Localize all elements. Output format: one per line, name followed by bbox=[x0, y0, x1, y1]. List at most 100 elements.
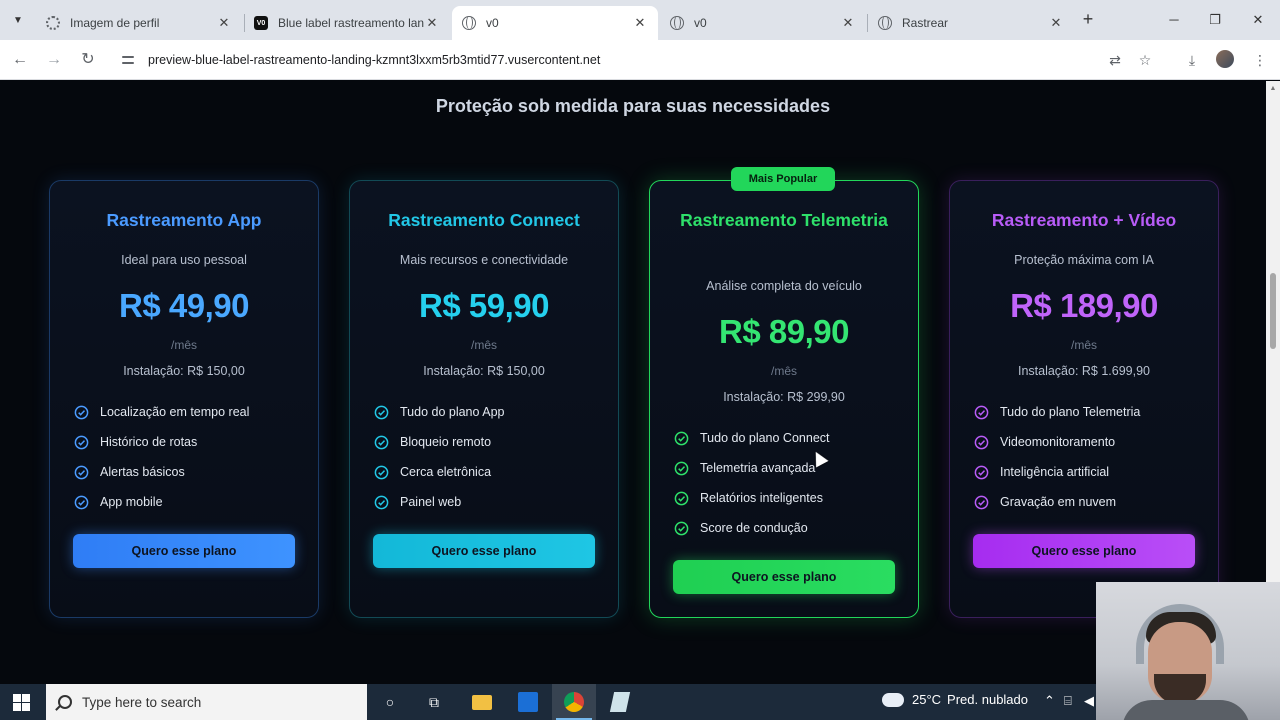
plan-install-fee: Instalação: R$ 299,90 bbox=[723, 390, 845, 404]
feature-label: Relatórios inteligentes bbox=[700, 491, 823, 505]
store-app-icon[interactable] bbox=[516, 690, 540, 714]
most-popular-badge: Mais Popular bbox=[731, 167, 835, 191]
check-circle-icon bbox=[674, 431, 689, 445]
plan-name: Rastreamento + Vídeo bbox=[991, 210, 1177, 230]
reload-button[interactable]: ↻ bbox=[76, 48, 100, 72]
feature-label: Videomonitoramento bbox=[1000, 435, 1116, 449]
check-circle-icon bbox=[674, 521, 689, 535]
browser-toolbar: ← → ↻ preview-blue-label-rastreamento-la… bbox=[0, 40, 1280, 80]
tab-imagem-de-perfil[interactable]: Imagem de perfil ✕ bbox=[36, 6, 242, 40]
feature-item: Painel web bbox=[374, 487, 606, 517]
check-circle-icon bbox=[374, 405, 389, 419]
search-icon bbox=[58, 695, 72, 709]
cortana-icon[interactable]: ○ bbox=[378, 690, 402, 714]
feature-item: Tudo do plano App bbox=[374, 397, 606, 427]
profile-avatar[interactable] bbox=[1216, 50, 1234, 68]
check-circle-icon bbox=[674, 461, 689, 475]
feature-item: Localização em tempo real bbox=[74, 397, 306, 427]
feature-item: Videomonitoramento bbox=[974, 427, 1206, 457]
translate-icon[interactable]: ⇄ bbox=[1105, 50, 1125, 70]
chrome-icon[interactable] bbox=[552, 684, 596, 720]
tab-v0-active[interactable]: v0 ✕ bbox=[452, 6, 658, 40]
globe-icon bbox=[878, 16, 892, 30]
tab-blue-label[interactable]: V0 Blue label rastreamento landi ✕ bbox=[244, 6, 450, 40]
plan-tagline: Ideal para uso pessoal bbox=[121, 253, 247, 267]
url-text[interactable]: preview-blue-label-rastreamento-landing-… bbox=[148, 53, 600, 67]
plan-name: Rastreamento Telemetria bbox=[680, 210, 888, 230]
plan-card-app: Rastreamento App Ideal para uso pessoal … bbox=[49, 180, 319, 618]
bookmark-star-icon[interactable]: ☆ bbox=[1135, 50, 1155, 70]
scrollbar-thumb[interactable] bbox=[1270, 273, 1276, 349]
close-icon[interactable]: ✕ bbox=[424, 15, 440, 31]
window-close-button[interactable]: ✕ bbox=[1248, 10, 1268, 30]
plan-period: /mês bbox=[470, 338, 497, 352]
tab-strip: ▼ Imagem de perfil ✕ V0 Blue label rastr… bbox=[0, 0, 1280, 40]
weather-widget[interactable]: 25°C Pred. nublado bbox=[882, 686, 1028, 707]
plan-price: R$ 59,90 bbox=[419, 287, 549, 324]
feature-label: Painel web bbox=[400, 495, 462, 509]
tab-search-button[interactable]: ▼ bbox=[6, 8, 30, 32]
plan-name: Rastreamento Connect bbox=[388, 210, 580, 230]
feature-list: Tudo do plano Connect Telemetria avançad… bbox=[674, 423, 906, 543]
feature-item: Tudo do plano Connect bbox=[674, 423, 906, 453]
plan-card-connect: Rastreamento Connect Mais recursos e con… bbox=[349, 180, 619, 618]
feature-item: Bloqueio remoto bbox=[374, 427, 606, 457]
feature-label: Tudo do plano Telemetria bbox=[1000, 405, 1141, 419]
feature-label: Telemetria avançada bbox=[700, 461, 816, 475]
close-icon[interactable]: ✕ bbox=[840, 15, 856, 31]
volume-icon[interactable]: ◀ bbox=[1084, 693, 1094, 709]
minimize-button[interactable]: ─ bbox=[1164, 10, 1184, 30]
new-tab-button[interactable]: + bbox=[1078, 9, 1098, 29]
close-icon[interactable]: ✕ bbox=[1048, 15, 1064, 31]
file-explorer-icon[interactable] bbox=[470, 690, 494, 714]
plan-price: R$ 89,90 bbox=[719, 313, 849, 350]
taskbar-search-input[interactable]: Type here to search bbox=[46, 684, 367, 720]
choose-plan-button[interactable]: Quero esse plano bbox=[373, 534, 595, 568]
menu-icon[interactable]: ⋮ bbox=[1250, 50, 1270, 70]
choose-plan-button[interactable]: Quero esse plano bbox=[673, 560, 895, 594]
close-icon[interactable]: ✕ bbox=[216, 15, 232, 31]
feature-label: Localização em tempo real bbox=[100, 405, 250, 419]
globe-icon bbox=[670, 16, 684, 30]
back-button[interactable]: ← bbox=[8, 48, 32, 72]
check-circle-icon bbox=[974, 465, 989, 479]
windows-taskbar: Type here to search ○ ⧉ 25°C Pred. nubla… bbox=[0, 684, 1096, 720]
feature-label: Bloqueio remoto bbox=[400, 435, 492, 449]
windows-start-icon[interactable] bbox=[13, 694, 30, 711]
check-circle-icon bbox=[374, 495, 389, 509]
scroll-up-arrow-icon[interactable]: ▲ bbox=[1269, 85, 1277, 93]
forward-button[interactable]: → bbox=[42, 48, 66, 72]
check-circle-icon bbox=[74, 405, 89, 419]
plan-period: /mês bbox=[170, 338, 197, 352]
check-circle-icon bbox=[374, 435, 389, 449]
feature-item: Cerca eletrônica bbox=[374, 457, 606, 487]
shirt bbox=[1122, 700, 1250, 720]
check-circle-icon bbox=[374, 465, 389, 479]
tab-title: v0 bbox=[694, 16, 707, 30]
weather-condition: Pred. nublado bbox=[947, 692, 1028, 707]
notes-app-icon[interactable] bbox=[608, 690, 632, 714]
network-icon[interactable]: ⌸ bbox=[1064, 693, 1072, 709]
check-circle-icon bbox=[974, 435, 989, 449]
download-icon[interactable]: ⤓ bbox=[1182, 50, 1202, 70]
tab-v0[interactable]: v0 ✕ bbox=[660, 6, 866, 40]
address-bar[interactable]: preview-blue-label-rastreamento-landing-… bbox=[112, 45, 1162, 75]
check-circle-icon bbox=[74, 465, 89, 479]
partly-cloudy-icon bbox=[882, 686, 904, 707]
check-circle-icon bbox=[674, 491, 689, 505]
feature-item: Alertas básicos bbox=[74, 457, 306, 487]
choose-plan-button[interactable]: Quero esse plano bbox=[73, 534, 295, 568]
choose-plan-button[interactable]: Quero esse plano bbox=[973, 534, 1195, 568]
feature-item: Score de condução bbox=[674, 513, 906, 543]
feature-item: Histórico de rotas bbox=[74, 427, 306, 457]
site-info-icon[interactable] bbox=[120, 51, 138, 69]
close-icon[interactable]: ✕ bbox=[632, 15, 648, 31]
task-view-icon[interactable]: ⧉ bbox=[422, 690, 446, 714]
tab-title: Imagem de perfil bbox=[70, 16, 160, 30]
restore-button[interactable]: ❐ bbox=[1205, 10, 1225, 30]
tab-title: Rastrear bbox=[902, 16, 949, 30]
chevron-up-icon[interactable]: ⌃ bbox=[1044, 693, 1055, 709]
plan-price: R$ 49,90 bbox=[119, 287, 249, 324]
tab-rastrear[interactable]: Rastrear ✕ bbox=[868, 6, 1074, 40]
webcam-overlay bbox=[1096, 582, 1280, 720]
